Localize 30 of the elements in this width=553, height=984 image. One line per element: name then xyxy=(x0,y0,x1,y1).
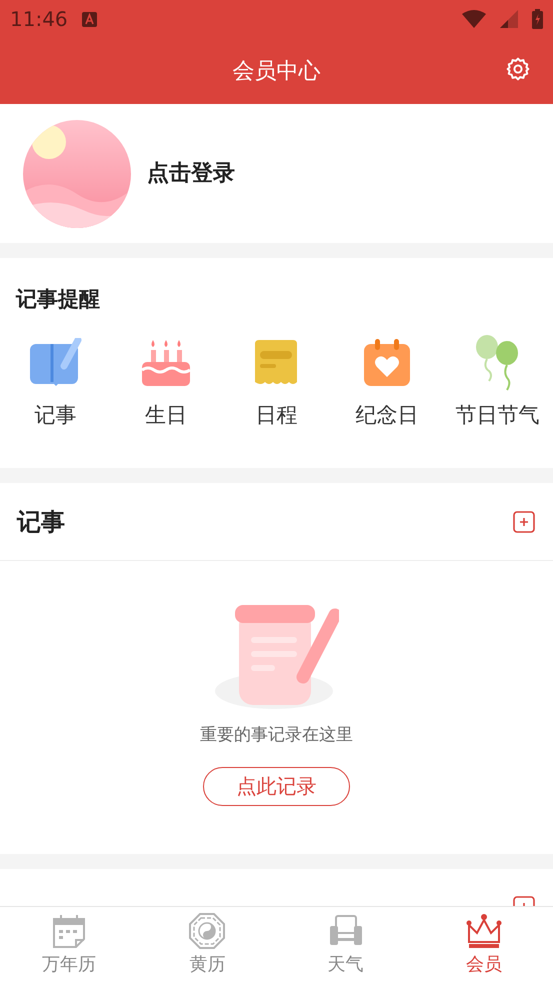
reminder-item[interactable]: 记事 xyxy=(34,400,76,431)
notification-icon xyxy=(82,12,97,26)
reminder-item[interactable]: 生日 xyxy=(144,400,187,431)
reminder-item[interactable]: 日程 xyxy=(255,400,298,431)
yin-yang-icon xyxy=(189,913,226,949)
nav-tab[interactable]: 天气 xyxy=(276,907,415,984)
calendar-heart-icon xyxy=(363,338,412,388)
calendar-icon xyxy=(51,913,88,949)
nav-tab[interactable]: 会员 xyxy=(414,907,553,984)
add-icon[interactable] xyxy=(512,510,536,534)
signal-icon xyxy=(500,10,518,28)
cake-icon xyxy=(140,338,191,388)
section-title: 记事 xyxy=(17,506,65,538)
record-button[interactable]: 点此记录 xyxy=(203,766,350,806)
section-title: 记事提醒 xyxy=(16,286,101,313)
profile-card[interactable]: 点击登录 xyxy=(0,104,553,243)
status-time: 11:46 xyxy=(10,6,68,33)
nav-tab[interactable]: 黄历 xyxy=(138,907,276,984)
book-icon xyxy=(28,338,82,388)
balloons-icon xyxy=(474,334,521,390)
crown-icon xyxy=(466,913,502,949)
page-title: 会员中心 xyxy=(232,58,320,86)
nav-tab[interactable]: 万年历 xyxy=(0,907,138,984)
empty-message: 重要的事记录在这里 xyxy=(200,724,353,747)
login-link[interactable]: 点击登录 xyxy=(147,157,235,190)
settings-icon[interactable] xyxy=(505,56,531,82)
wifi-icon xyxy=(462,10,486,28)
reminder-item[interactable]: 纪念日 xyxy=(356,400,419,431)
reminder-item[interactable]: 节日节气 xyxy=(456,400,540,431)
battery-icon xyxy=(532,9,543,29)
